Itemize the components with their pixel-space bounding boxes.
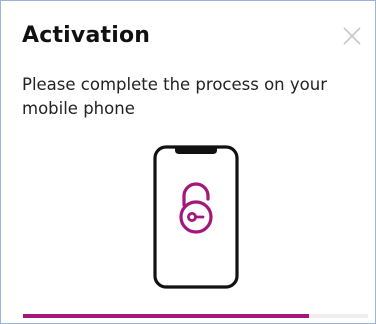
phone-unlock-icon	[153, 145, 239, 289]
close-button[interactable]	[341, 25, 363, 47]
dialog-title: Activation	[22, 23, 151, 48]
activation-dialog: Activation Please complete the process o…	[0, 0, 376, 324]
instruction-message: Please complete the process on your mobi…	[22, 75, 327, 118]
progress-bar-fill	[23, 314, 310, 318]
close-icon	[343, 27, 361, 45]
progress-bar	[23, 314, 368, 318]
